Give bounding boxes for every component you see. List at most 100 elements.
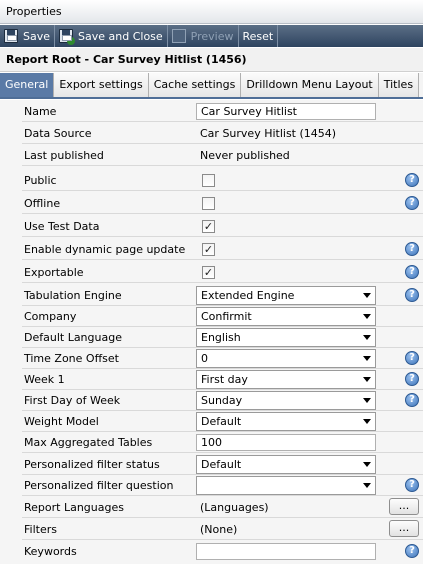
row-data-source: Data Source Car Survey Hitlist (1454) (22, 123, 423, 144)
filters-label: Filters (24, 523, 57, 536)
row-last-published: Last published Never published (22, 145, 423, 166)
first-day-of-week-select[interactable]: Sunday (196, 391, 376, 410)
row-public: Public ? (22, 170, 423, 191)
row-tabulation-engine: Tabulation Engine Extended Engine ? (22, 285, 423, 306)
help-icon[interactable]: ? (405, 372, 419, 386)
row-time-zone-offset: Time Zone Offset 0 ? (22, 348, 423, 369)
public-checkbox[interactable] (202, 174, 215, 187)
keywords-input[interactable] (196, 543, 376, 560)
personalized-filter-status-select[interactable]: Default (196, 455, 376, 474)
tab-titles[interactable]: Titles (378, 73, 420, 97)
enable-dynamic-checkbox[interactable]: ✓ (202, 243, 215, 256)
tabulation-engine-value: Extended Engine (201, 289, 295, 302)
default-language-label: Default Language (24, 331, 122, 344)
tabulation-engine-label: Tabulation Engine (24, 289, 122, 302)
personalized-filter-status-value: Default (201, 458, 242, 471)
dropdown-arrow-icon (363, 483, 371, 488)
dropdown-arrow-icon (363, 314, 371, 319)
help-icon[interactable]: ? (405, 173, 419, 187)
row-default-language: Default Language English (22, 327, 423, 348)
keywords-label: Keywords (24, 545, 77, 558)
exportable-checkbox[interactable]: ✓ (202, 266, 215, 279)
name-input[interactable]: Car Survey Hitlist (196, 103, 376, 120)
weight-model-label: Weight Model (24, 415, 99, 428)
tab-export-settings[interactable]: Export settings (54, 73, 149, 97)
personalized-filter-status-label: Personalized filter status (24, 458, 160, 471)
default-language-value: English (201, 331, 241, 344)
report-languages-browse-button[interactable]: ... (389, 498, 419, 515)
first-day-of-week-value: Sunday (201, 394, 243, 407)
max-aggregated-tables-label: Max Aggregated Tables (24, 436, 153, 449)
row-personalized-filter-question: Personalized filter question ? (22, 475, 423, 496)
dropdown-arrow-icon (363, 335, 371, 340)
help-icon[interactable]: ? (405, 242, 419, 256)
time-zone-offset-select[interactable]: 0 (196, 349, 376, 368)
dropdown-arrow-icon (363, 356, 371, 361)
name-label: Name (24, 105, 57, 118)
weight-model-select[interactable]: Default (196, 412, 376, 431)
use-test-data-checkbox[interactable]: ✓ (202, 220, 215, 233)
row-name: Name Car Survey Hitlist (22, 101, 423, 122)
preview-button[interactable]: Preview (168, 25, 239, 47)
dropdown-arrow-icon (363, 293, 371, 298)
help-icon[interactable]: ? (405, 288, 419, 302)
report-languages-label: Report Languages (24, 501, 124, 514)
personalized-filter-question-label: Personalized filter question (24, 479, 174, 492)
row-exportable: Exportable ✓ ? (22, 262, 423, 283)
default-language-select[interactable]: English (196, 328, 376, 347)
data-source-label: Data Source (24, 127, 92, 140)
filters-browse-button[interactable]: ... (389, 520, 419, 537)
reset-label: Reset (242, 29, 274, 43)
properties-form: Name Car Survey Hitlist Data Source Car … (0, 100, 423, 564)
save-and-close-button[interactable]: Save and Close (55, 25, 168, 47)
week1-select[interactable]: First day (196, 370, 376, 389)
save-label: Save (23, 29, 51, 43)
week1-label: Week 1 (24, 373, 65, 386)
personalized-filter-question-select[interactable] (196, 476, 376, 495)
offline-label: Offline (24, 197, 61, 210)
left-gutter (0, 100, 22, 564)
save-button[interactable]: Save (0, 25, 56, 47)
max-aggregated-tables-input[interactable]: 100 (196, 434, 376, 451)
report-title: Report Root - Car Survey Hitlist (1456) (0, 48, 423, 72)
public-label: Public (24, 174, 57, 187)
company-select[interactable]: Confirmit (196, 307, 376, 326)
company-label: Company (24, 310, 77, 323)
save-close-icon (59, 29, 76, 45)
tab-drilldown-menu-layout[interactable]: Drilldown Menu Layout (241, 73, 379, 97)
dropdown-arrow-icon (363, 377, 371, 382)
help-icon[interactable]: ? (405, 478, 419, 492)
row-max-aggregated-tables: Max Aggregated Tables 100 (22, 432, 423, 453)
dropdown-arrow-icon (363, 419, 371, 424)
last-published-label: Last published (24, 149, 104, 162)
window-title: Properties (0, 0, 423, 24)
week1-value: First day (201, 373, 248, 386)
row-keywords: Keywords ? (22, 541, 423, 562)
data-source-value: Car Survey Hitlist (1454) (200, 127, 337, 140)
company-value: Confirmit (201, 310, 252, 323)
tabulation-engine-select[interactable]: Extended Engine (196, 286, 376, 305)
save-icon (4, 29, 18, 43)
preview-label: Preview (190, 29, 234, 43)
help-icon[interactable]: ? (405, 393, 419, 407)
dropdown-arrow-icon (363, 462, 371, 467)
weight-model-value: Default (201, 415, 242, 428)
help-icon[interactable]: ? (405, 265, 419, 279)
preview-icon (171, 29, 186, 43)
offline-checkbox[interactable] (202, 197, 215, 210)
tab-general[interactable]: General (0, 73, 55, 97)
help-icon[interactable]: ? (405, 544, 419, 558)
use-test-data-label: Use Test Data (24, 220, 100, 233)
row-report-languages: Report Languages (Languages) ... (22, 497, 423, 518)
help-icon[interactable]: ? (405, 196, 419, 210)
row-weight-model: Weight Model Default (22, 411, 423, 432)
row-company: Company Confirmit (22, 306, 423, 327)
help-icon[interactable]: ? (405, 351, 419, 365)
row-enable-dynamic-page-update: Enable dynamic page update ✓ ? (22, 239, 423, 260)
filters-value: (None) (200, 523, 238, 536)
tab-cache-settings[interactable]: Cache settings (148, 73, 242, 97)
row-personalized-filter-status: Personalized filter status Default (22, 454, 423, 475)
row-filters: Filters (None) ... (22, 519, 423, 540)
reset-button[interactable]: Reset (239, 25, 279, 47)
dropdown-arrow-icon (363, 398, 371, 403)
